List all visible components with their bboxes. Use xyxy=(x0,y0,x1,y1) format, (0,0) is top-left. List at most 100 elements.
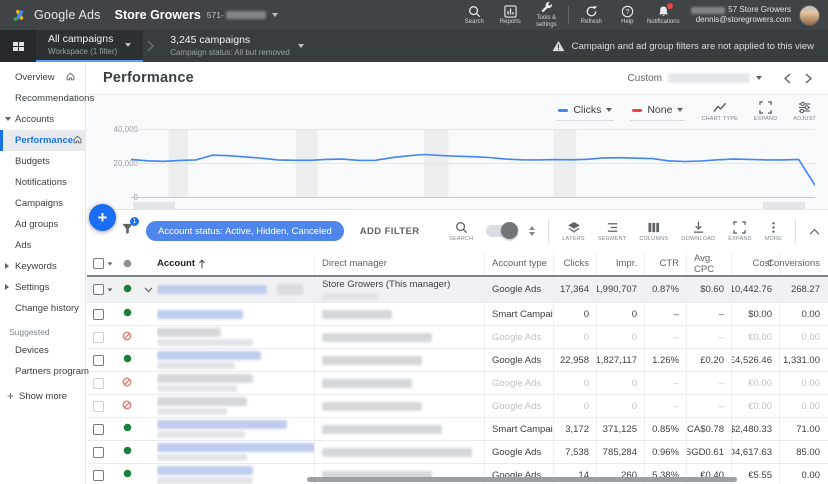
columns-button[interactable]: COLUMNS xyxy=(639,221,668,242)
download-button[interactable]: DOWNLOAD xyxy=(681,221,715,242)
row-reorder-chevrons[interactable] xyxy=(529,226,535,236)
expand-chart-button[interactable]: EXPAND xyxy=(754,101,777,122)
row-checkbox[interactable] xyxy=(93,309,104,320)
row-checkbox[interactable] xyxy=(93,378,104,389)
collapse-arrow-icon[interactable] xyxy=(5,284,9,290)
account-name-redacted[interactable] xyxy=(157,466,253,475)
sidebar-item-campaigns[interactable]: Campaigns xyxy=(0,193,85,214)
row-checkbox[interactable] xyxy=(93,470,104,481)
chart-type-button[interactable]: CHART TYPE xyxy=(701,101,738,122)
column-header-ctr[interactable]: CTR xyxy=(644,252,686,275)
add-filter-button[interactable]: ADD FILTER xyxy=(360,226,420,237)
sidebar-item-accounts[interactable]: Accounts xyxy=(0,109,85,130)
scope-selector-all-campaigns[interactable]: All campaigns Workspace (1 filter) xyxy=(36,30,143,62)
account-name-redacted[interactable] xyxy=(157,285,267,294)
account-status-filter-chip[interactable]: Account status: Active, Hidden, Canceled xyxy=(146,221,344,241)
sidebar-item-performance[interactable]: Performance xyxy=(0,130,85,151)
column-header-account-type[interactable]: Account type xyxy=(484,252,553,275)
sidebar-item-label: Settings xyxy=(15,282,49,293)
nav-grid-button[interactable] xyxy=(0,30,36,62)
google-ads-brand[interactable]: Google Ads xyxy=(12,8,101,23)
active-filters-button[interactable]: 1 xyxy=(121,222,134,240)
next-period-chevron[interactable] xyxy=(805,73,812,84)
sidebar-item-partners-program[interactable]: Partners program xyxy=(0,361,85,382)
clicks-line-chart[interactable] xyxy=(131,129,815,198)
status-canceled-icon xyxy=(122,400,132,413)
layers-button[interactable]: LAYERS xyxy=(562,221,585,242)
table-row[interactable]: Google Ads00––€0.000.00 xyxy=(87,395,828,418)
row-selection-caret-icon[interactable] xyxy=(108,288,113,291)
secondary-metric-selector[interactable]: None xyxy=(630,102,685,121)
sidebar-item-ads[interactable]: Ads xyxy=(0,235,85,256)
sidebar-item-budgets[interactable]: Budgets xyxy=(0,151,85,172)
expand-row-chevron[interactable] xyxy=(144,287,153,293)
collapse-toolbar-chevron[interactable] xyxy=(809,228,820,235)
search-button[interactable]: Search xyxy=(456,3,492,28)
filters-warning: Campaign and ad group filters are not ap… xyxy=(552,30,828,62)
expand-arrow-icon[interactable] xyxy=(5,117,11,121)
account-name-redacted[interactable] xyxy=(157,374,253,383)
table-row[interactable]: Google Ads22,9581,827,1171.26%£0.20£4,52… xyxy=(87,349,828,372)
manager-account-id[interactable]: 571- xyxy=(207,10,266,20)
account-name-redacted[interactable] xyxy=(157,397,247,406)
column-header-direct-manager[interactable]: Direct manager xyxy=(314,252,484,275)
user-account-id-redacted xyxy=(691,7,725,14)
row-checkbox[interactable] xyxy=(93,401,104,412)
sidebar-show-more[interactable]: + Show more xyxy=(0,382,85,402)
sidebar-item-settings[interactable]: Settings xyxy=(0,277,85,298)
table-row[interactable]: Smart Campaign00––$0.000.00 xyxy=(87,303,828,326)
expand-table-button[interactable]: EXPAND xyxy=(728,221,751,242)
account-name-redacted[interactable] xyxy=(157,420,287,429)
row-checkbox[interactable] xyxy=(93,447,104,458)
table-search-button[interactable]: SEARCH xyxy=(449,221,473,242)
column-header-avg-cpc[interactable]: Avg. CPC xyxy=(686,252,731,275)
notifications-button[interactable]: Notifications xyxy=(645,3,681,28)
previous-period-chevron[interactable] xyxy=(784,73,791,84)
account-name-redacted[interactable] xyxy=(157,351,261,360)
primary-metric-selector[interactable]: Clicks xyxy=(556,102,614,121)
row-checkbox[interactable] xyxy=(93,424,104,435)
horizontal-scrollbar[interactable] xyxy=(307,477,737,482)
sidebar-item-devices[interactable]: Devices xyxy=(0,340,85,361)
column-header-account[interactable]: Account xyxy=(157,252,314,275)
column-header-conversions[interactable]: Conversions xyxy=(779,252,827,275)
campaign-selection-dropdown[interactable]: 3,245 campaigns Campaign status: All but… xyxy=(158,30,316,62)
row-checkbox[interactable] xyxy=(93,332,104,343)
account-switcher-caret-icon[interactable] xyxy=(272,13,278,17)
reports-button[interactable]: Reports xyxy=(492,3,528,28)
sidebar-item-ad-groups[interactable]: Ad groups xyxy=(0,214,85,235)
table-row[interactable]: Google Ads00––€0.000.00 xyxy=(87,326,828,349)
selection-menu-caret-icon[interactable] xyxy=(108,262,113,265)
table-view-toggle[interactable] xyxy=(486,225,516,237)
sidebar-item-overview[interactable]: Overview xyxy=(0,67,85,88)
row-checkbox[interactable] xyxy=(93,355,104,366)
select-all-checkbox[interactable] xyxy=(93,258,104,269)
date-range-caret-icon[interactable] xyxy=(756,76,762,80)
help-button[interactable]: ? Help xyxy=(609,3,645,28)
sidebar-item-keywords[interactable]: Keywords xyxy=(0,256,85,277)
table-row[interactable]: Store Growers (This manager)Google Ads17… xyxy=(87,277,828,303)
account-name-redacted[interactable] xyxy=(157,443,314,452)
table-row[interactable]: Smart Campaign3,172371,1250.85%CA$0.78CA… xyxy=(87,418,828,441)
adjust-chart-button[interactable]: ADJUST xyxy=(793,101,816,122)
column-header-impressions[interactable]: Impr. xyxy=(596,252,644,275)
table-row[interactable]: Google Ads00––€0.000.00 xyxy=(87,372,828,395)
avatar[interactable] xyxy=(799,5,820,26)
sidebar-item-recommendations[interactable]: Recommendations xyxy=(0,88,85,109)
account-name-redacted[interactable] xyxy=(157,310,243,319)
account-name-redacted[interactable] xyxy=(157,328,221,337)
cell-avg-cpc: £0.20 xyxy=(686,349,731,371)
segment-button[interactable]: SEGMENT xyxy=(598,221,627,242)
more-options-button[interactable]: MORE xyxy=(765,221,782,242)
table-tools: SEARCH LAYERS SEGMENT COL xyxy=(449,219,828,243)
row-checkbox[interactable] xyxy=(93,284,104,295)
cell-conversions: 0.00 xyxy=(779,326,827,348)
sidebar-item-change-history[interactable]: Change history xyxy=(0,298,85,319)
create-account-fab[interactable]: + xyxy=(89,204,116,231)
table-row[interactable]: Google Ads7,538785,2840.96%SGD0.61SGD4,6… xyxy=(87,441,828,464)
tools-settings-button[interactable]: Tools & settings xyxy=(528,0,564,31)
column-header-clicks[interactable]: Clicks xyxy=(553,252,596,275)
collapse-arrow-icon[interactable] xyxy=(5,263,9,269)
sidebar-item-notifications[interactable]: Notifications xyxy=(0,172,85,193)
refresh-button[interactable]: Refresh xyxy=(573,3,609,28)
